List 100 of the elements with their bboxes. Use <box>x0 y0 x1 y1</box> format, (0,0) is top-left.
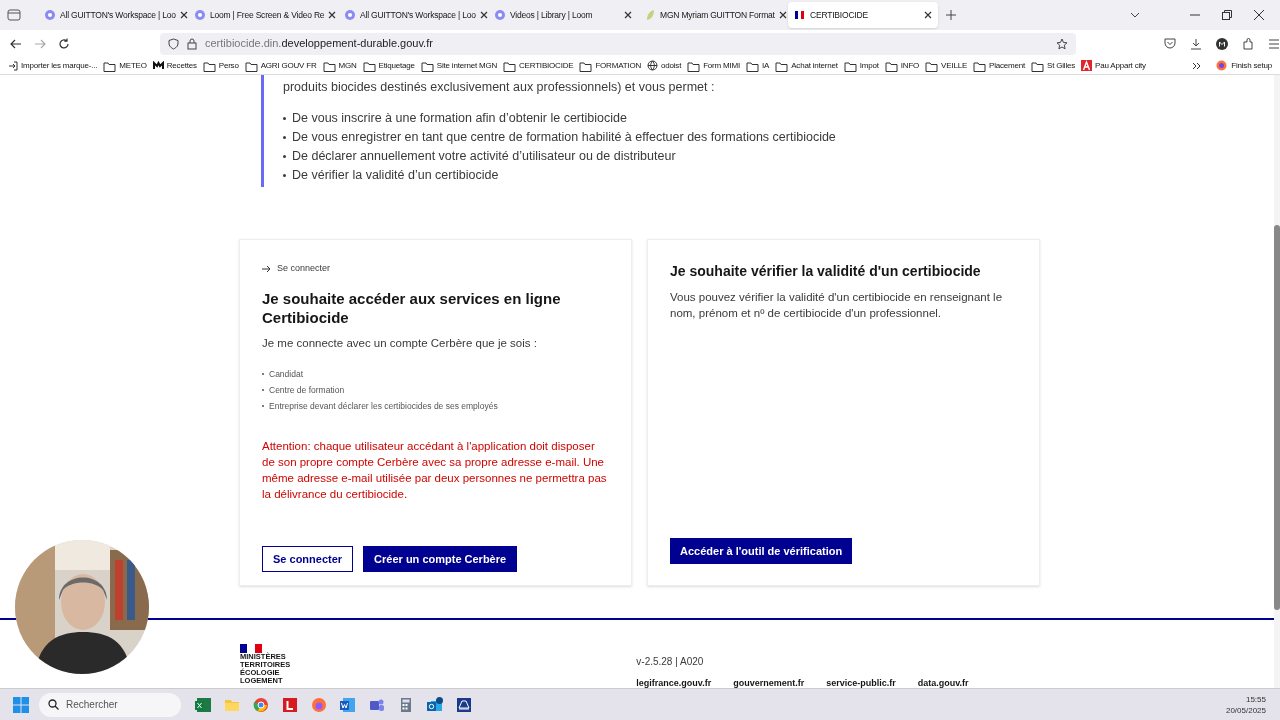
bookmark[interactable]: odoist <box>647 59 682 72</box>
bookmark[interactable]: Pau Appart city <box>1081 59 1146 72</box>
bookmark[interactable]: Etiquetage <box>362 59 415 72</box>
bookmark[interactable]: Perso <box>202 59 239 72</box>
folder-icon <box>1031 59 1045 72</box>
word-icon[interactable] <box>340 696 356 713</box>
extensions-icon[interactable] <box>1242 37 1254 50</box>
footer-link[interactable]: gouvernement.fr <box>733 678 805 688</box>
bookmark[interactable]: Form MIMI <box>687 59 741 72</box>
browser-tab[interactable]: Videos | Library | Loom <box>488 2 638 28</box>
tab-list-icon[interactable] <box>7 9 21 21</box>
tab-title: All GUITTON's Workspace | Loo <box>360 9 476 20</box>
browser-tab[interactable]: All GUITTON's Workspace | Loo <box>38 2 188 28</box>
reload-icon[interactable] <box>58 37 70 50</box>
loom-icon <box>194 9 206 21</box>
footer-link[interactable]: service-public.fr <box>826 678 896 688</box>
close-icon[interactable] <box>179 11 188 19</box>
a-logo-icon <box>1081 60 1093 71</box>
download-icon[interactable] <box>1190 37 1202 50</box>
folder-icon <box>503 59 517 72</box>
restore-icon[interactable] <box>1222 10 1232 20</box>
bookmark[interactable]: CERTIBIOCIDE <box>503 59 574 72</box>
folder-icon <box>884 59 898 72</box>
bookmark[interactable]: Site internet MGN <box>420 59 498 72</box>
close-icon[interactable] <box>328 11 337 19</box>
calculator-icon[interactable] <box>398 696 414 713</box>
import-icon <box>8 60 18 71</box>
account-icon[interactable] <box>1216 37 1228 50</box>
back-icon[interactable] <box>10 38 22 49</box>
star-icon[interactable] <box>1056 37 1068 50</box>
browser-tab[interactable]: MGN Myriam GUITTON Format <box>638 2 788 28</box>
bookmark[interactable]: AGRI GOUV FR <box>244 59 317 72</box>
scrollbar[interactable] <box>1274 75 1280 688</box>
close-icon[interactable] <box>778 11 787 19</box>
card-title: Je souhaite vérifier la validité d'un certibiocide <box>670 262 982 281</box>
chrome-icon[interactable] <box>253 696 269 713</box>
more-bookmarks-icon[interactable] <box>1192 61 1203 70</box>
folder-icon <box>925 59 939 72</box>
login-link[interactable]: Se connecter <box>262 262 609 276</box>
folder-icon <box>775 59 789 72</box>
list-item-text: Entreprise devant déclarer les certibiocides de ses employés <box>269 399 498 413</box>
browser-tab[interactable]: CERTIBIOCIDE <box>788 2 938 28</box>
tab-title: MGN Myriam GUITTON Format <box>660 9 775 20</box>
clock-date[interactable]: 20/05/2025 <box>1225 704 1266 716</box>
folder-icon <box>843 59 857 72</box>
globe-icon <box>647 60 658 71</box>
footer-link[interactable]: data.gouv.fr <box>917 678 969 688</box>
folder-icon <box>579 59 593 72</box>
address-bar[interactable]: certibiocide.din.developpement-durable.gouv.fr <box>160 32 1076 55</box>
new-tab-icon[interactable] <box>946 10 956 20</box>
shield-icon <box>168 37 179 50</box>
close-icon[interactable] <box>1254 10 1264 20</box>
close-icon[interactable] <box>479 11 488 19</box>
browser-tab[interactable]: Loom | Free Screen & Video Re <box>188 2 338 28</box>
bookmark[interactable]: Importer les marque-... <box>8 59 98 72</box>
browser-tab[interactable]: All GUITTON's Workspace | Loo <box>338 2 488 28</box>
bookmark[interactable]: MGN <box>322 59 357 72</box>
bookmark[interactable]: VEILLE <box>925 59 968 72</box>
list-item-text: De vous inscrire à une formation afin d’obtenir le certibiocide <box>292 110 627 127</box>
login-button[interactable]: Se connecter <box>262 545 354 572</box>
folder-icon <box>687 59 701 72</box>
url-text: certibiocide.din.developpement-durable.gouv.fr <box>205 36 433 52</box>
bookmark[interactable]: St Gilles <box>1031 59 1076 72</box>
l-logo-icon[interactable] <box>282 696 298 713</box>
excel-icon[interactable] <box>195 696 211 713</box>
menu-icon[interactable] <box>1268 38 1280 49</box>
chevron-down-icon[interactable] <box>1130 12 1140 18</box>
bookmark[interactable]: Impot <box>843 59 879 72</box>
outlook-icon[interactable] <box>427 696 443 713</box>
bookmark[interactable]: Recettes <box>152 59 197 72</box>
scanner-icon[interactable] <box>456 696 472 713</box>
loom-icon <box>494 9 506 21</box>
verify-button[interactable]: Accéder à l'outil de vérification <box>670 538 853 564</box>
lock-icon <box>187 37 197 50</box>
bookmark[interactable]: IA <box>746 59 770 72</box>
warning-text: Attention: chaque utilisateur accédant à l'application doit disposer de son propre compte Cerbère avec sa propre adresse e-mail. Une même adresse e-mail utilisée par deux personnes ne permettra pas la délivrance du certibiocide. <box>262 438 608 502</box>
loom-icon <box>44 9 56 21</box>
list-item-text: Candidat <box>269 367 304 381</box>
card-text: Vous pouvez vérifier la validité d'un certibiocide en renseignant le nom, prénom et nº de certibiocide d'un professionnel. <box>670 290 1004 321</box>
folder-icon <box>202 59 216 72</box>
create-account-button[interactable]: Créer un compte Cerbère <box>363 545 518 572</box>
bookmark[interactable]: METEO <box>103 59 147 72</box>
bookmark[interactable]: Achat internet <box>775 59 838 72</box>
bookmark[interactable]: INFO <box>884 59 920 72</box>
footer-link[interactable]: legifrance.gouv.fr <box>636 678 712 688</box>
search-field[interactable]: Rechercher <box>39 692 181 717</box>
list-item-text: De déclarer annuellement votre activité d’utilisateur ou de distributeur <box>292 148 676 165</box>
close-icon[interactable] <box>624 11 632 19</box>
intro-text: produits biocides destinés exclusivement aux professionnels) et vous permet : <box>283 79 716 96</box>
windows-icon[interactable] <box>13 696 29 713</box>
clock-time[interactable]: 15:55 <box>1245 693 1266 705</box>
pocket-icon[interactable] <box>1164 38 1176 49</box>
firefox-icon[interactable] <box>311 696 327 713</box>
folder-icon <box>362 59 376 72</box>
bookmark[interactable]: Placement <box>973 59 1026 72</box>
bookmark[interactable]: FORMATION <box>579 59 641 72</box>
finish-setup-link[interactable]: Finish setup <box>1216 59 1272 72</box>
leaf-icon <box>644 9 656 21</box>
list-item-text: De vérifier la validité d’un certibiocide <box>292 167 499 184</box>
close-icon[interactable] <box>924 11 932 19</box>
